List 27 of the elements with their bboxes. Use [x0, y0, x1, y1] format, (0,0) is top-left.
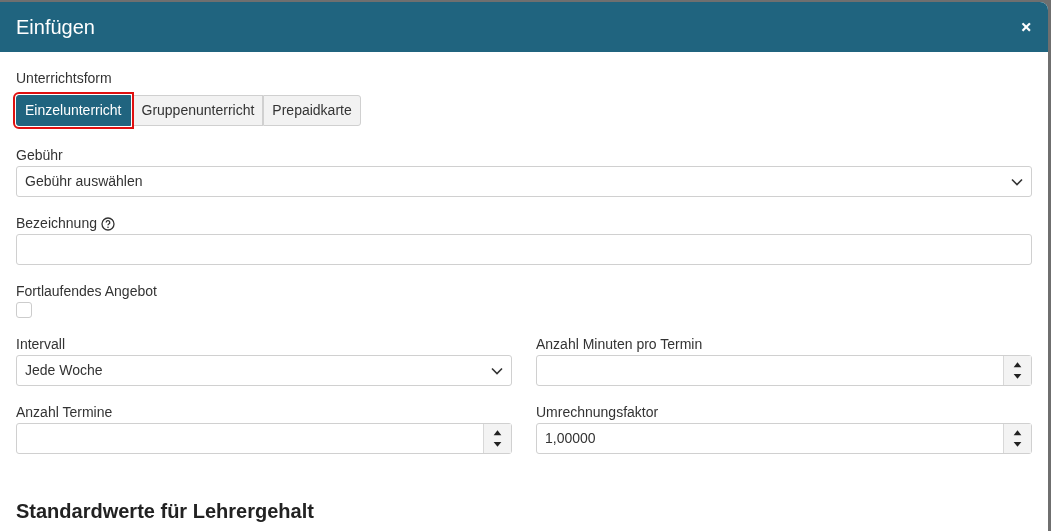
dialog-title: Einfügen	[16, 15, 95, 40]
number-field[interactable]	[536, 355, 1032, 386]
segment-tab[interactable]: Gruppenunterricht	[132, 95, 264, 126]
select-field[interactable]: Jede Woche	[16, 355, 512, 386]
field-label: Umrechnungsfaktor	[536, 404, 659, 421]
close-button[interactable]: ×	[1020, 17, 1032, 37]
spinner-icon[interactable]	[1003, 356, 1031, 385]
help-icon[interactable]	[100, 216, 115, 231]
chevron-down-icon	[491, 366, 503, 375]
field-label: Bezeichnung	[16, 215, 97, 232]
field-label: Intervall	[16, 336, 66, 353]
number-field[interactable]	[16, 423, 512, 454]
segment-tab[interactable]: Prepaidkarte	[263, 95, 361, 126]
field-label: Anzahl Termine	[16, 404, 113, 421]
spinner-icon[interactable]	[1003, 424, 1031, 453]
input-field[interactable]	[16, 234, 1032, 265]
field-label: Fortlaufendes Angebot	[16, 283, 157, 300]
checkbox[interactable]	[16, 302, 32, 318]
chevron-down-icon	[1011, 177, 1023, 186]
select-field[interactable]: Gebühr auswählen	[16, 166, 1032, 197]
section-heading: Standardwerte für Lehrergehalt	[16, 500, 315, 522]
spinner-icon[interactable]	[483, 424, 511, 453]
number-field[interactable]: 1,00000	[536, 423, 1032, 454]
field-label: Anzahl Minuten pro Termin	[536, 336, 703, 353]
field-label: Unterrichtsform	[16, 69, 113, 88]
field-label: Gebühr	[16, 147, 63, 164]
segment-tab[interactable]: Einzelunterricht	[16, 95, 131, 126]
